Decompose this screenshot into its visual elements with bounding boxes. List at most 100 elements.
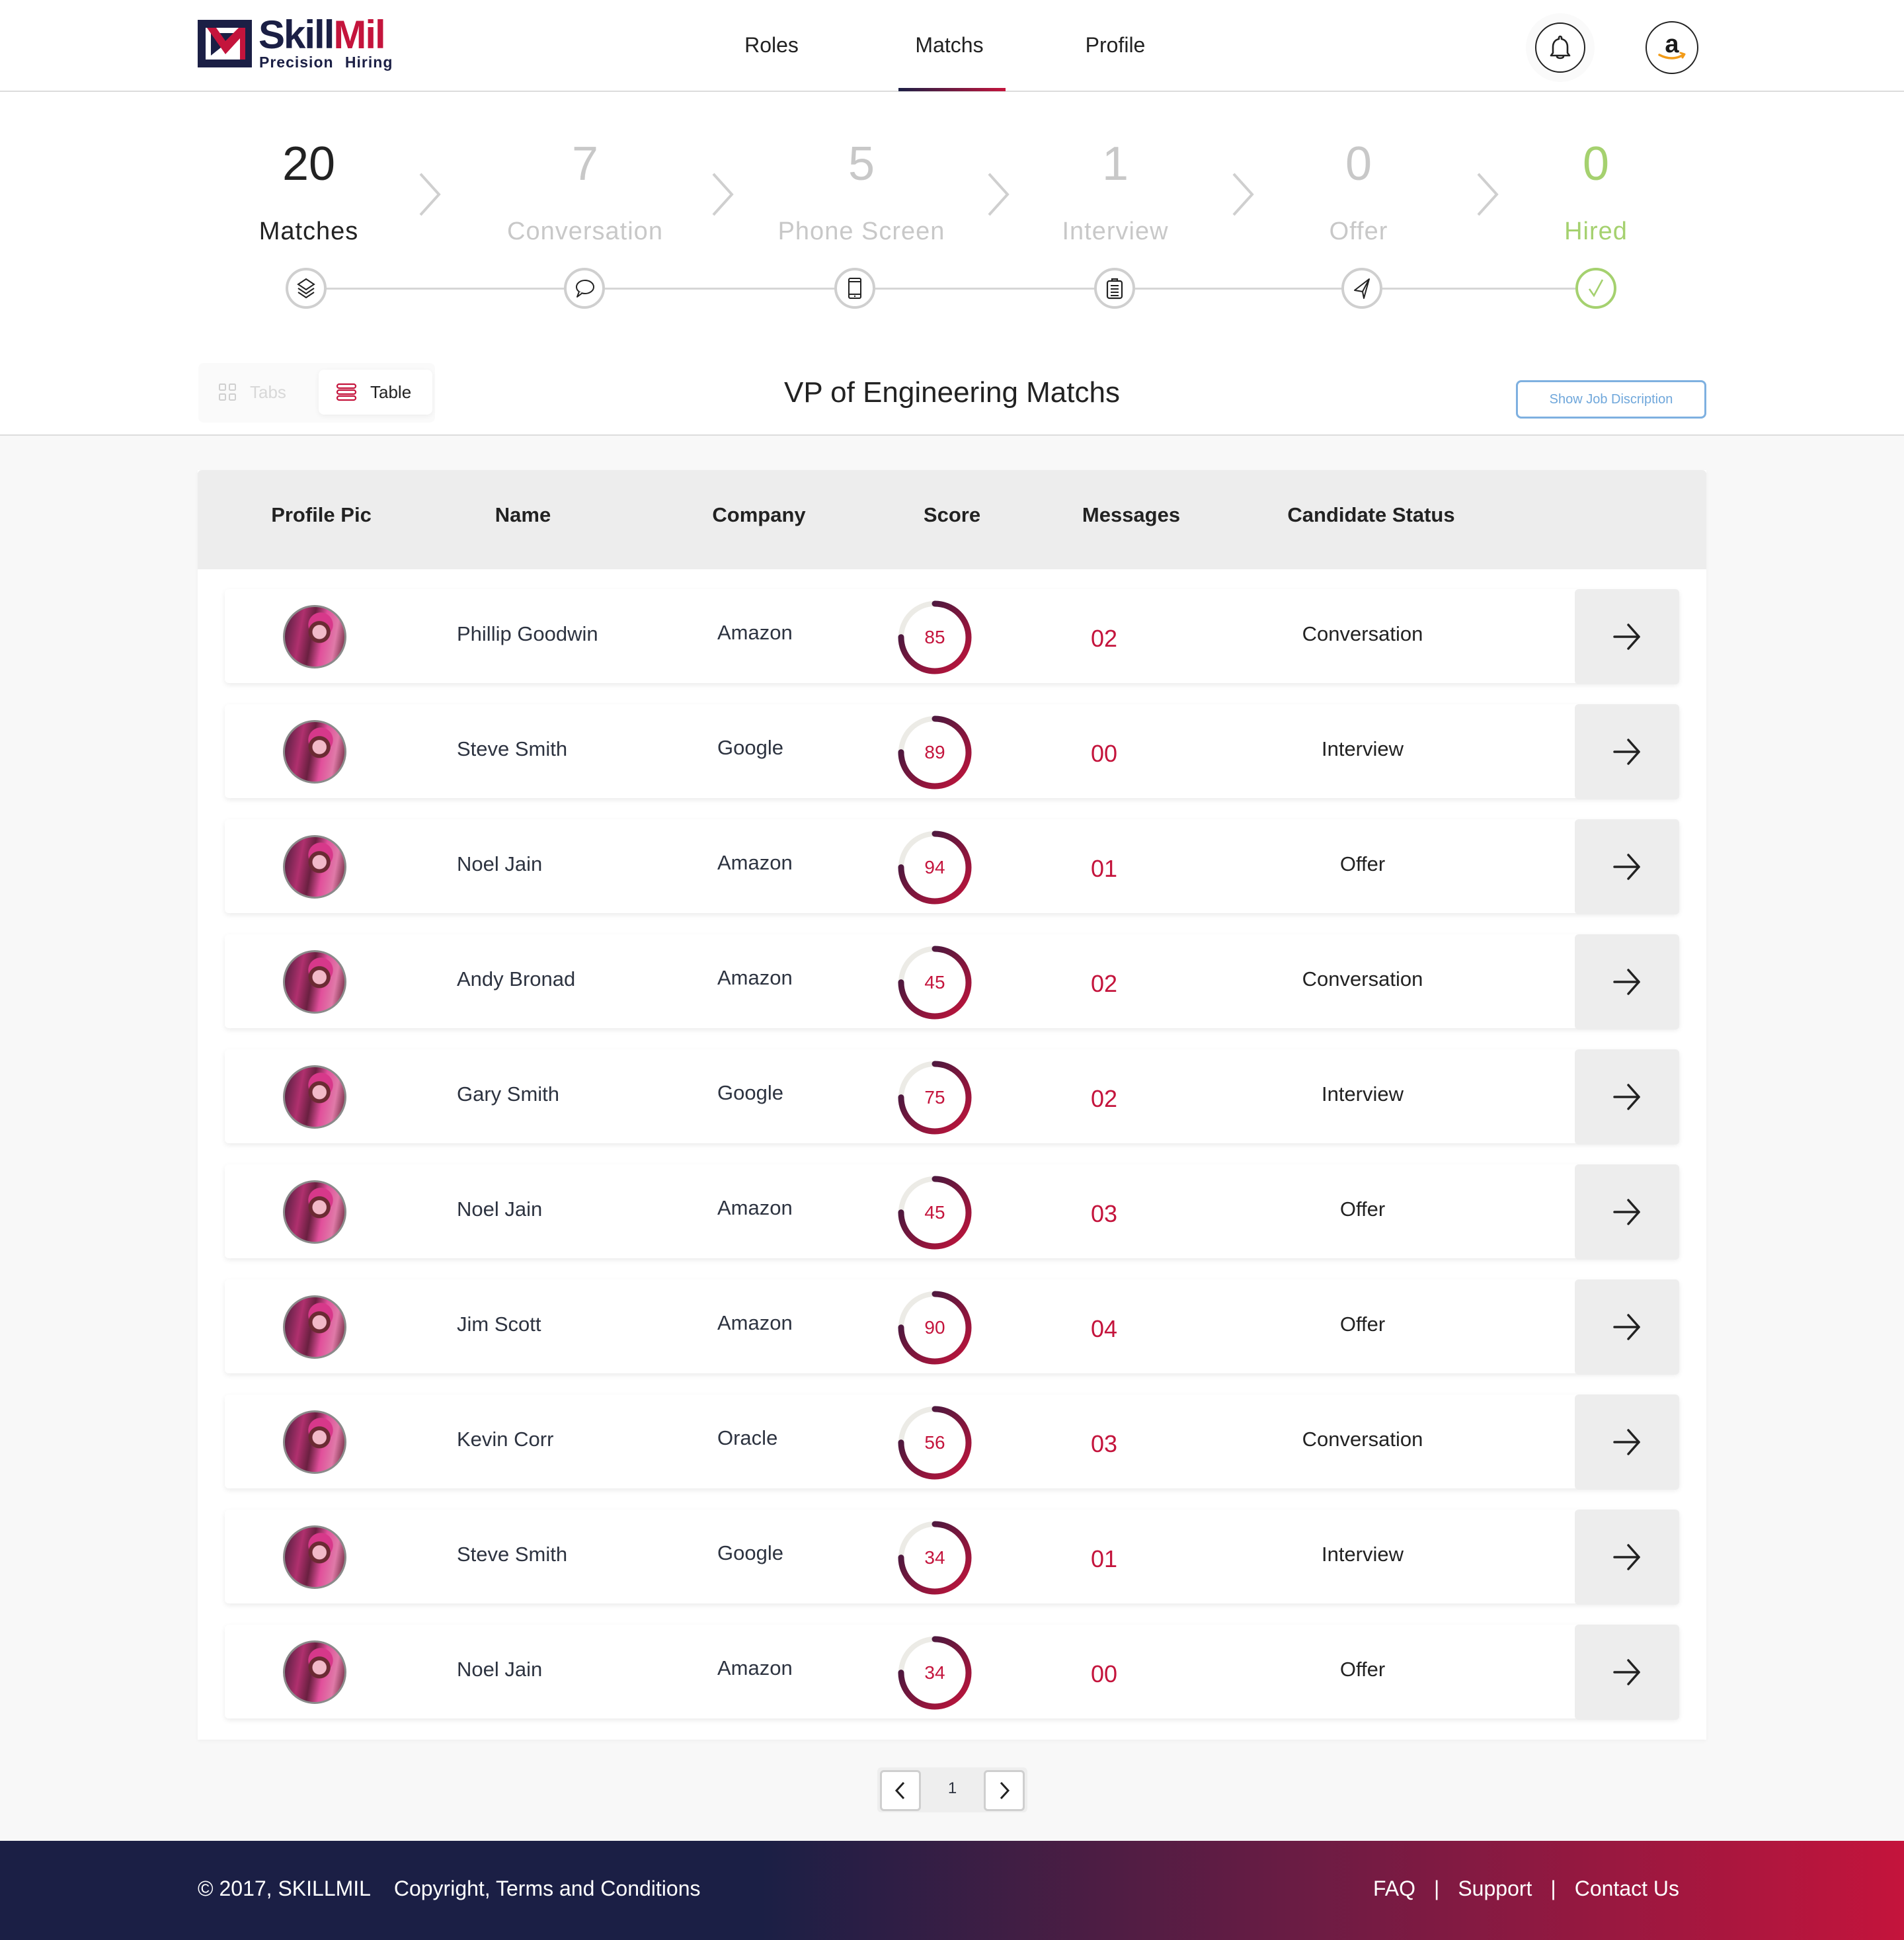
nav-matchs[interactable]: Matchs xyxy=(915,33,983,58)
candidate-name[interactable]: Noel Jain xyxy=(457,852,542,876)
stage-icon-matches[interactable] xyxy=(286,268,327,309)
stage-icon-interview[interactable] xyxy=(1094,268,1135,309)
open-candidate-button[interactable] xyxy=(1575,934,1679,1030)
message-count[interactable]: 03 xyxy=(1091,1430,1117,1458)
table-row[interactable]: Kevin Corr Oracle 56 03 Conversation xyxy=(225,1394,1679,1490)
support-link[interactable]: Support xyxy=(1458,1877,1532,1901)
candidate-name[interactable]: Steve Smith xyxy=(457,1543,567,1566)
profile-pic[interactable] xyxy=(283,1180,346,1244)
candidate-name[interactable]: Kevin Corr xyxy=(457,1428,553,1451)
column-header-messages[interactable]: Messages xyxy=(1082,503,1180,527)
candidate-name[interactable]: Phillip Goodwin xyxy=(457,622,598,646)
score-ring: 34 xyxy=(896,1519,974,1597)
list-icon xyxy=(336,383,357,401)
table-row[interactable]: Noel Jain Amazon 94 01 Offer xyxy=(225,819,1679,914)
table-row[interactable]: Steve Smith Google 89 00 Interview xyxy=(225,704,1679,799)
view-tab-table[interactable]: Table xyxy=(319,370,432,415)
stage-icon-offer[interactable] xyxy=(1341,268,1382,309)
stage-label: Conversation xyxy=(507,218,663,245)
table-row[interactable]: Steve Smith Google 34 01 Interview xyxy=(225,1510,1679,1605)
candidate-name[interactable]: Andy Bronad xyxy=(457,967,575,991)
terms-link[interactable]: Copyright, Terms and Conditions xyxy=(394,1877,701,1900)
column-header-candidate-status[interactable]: Candidate Status xyxy=(1287,503,1454,527)
stage-icon-phone-screen[interactable] xyxy=(834,268,875,309)
open-candidate-button[interactable] xyxy=(1575,1279,1679,1375)
candidate-company: Oracle xyxy=(717,1426,778,1449)
open-candidate-button[interactable] xyxy=(1575,1510,1679,1605)
logo-mark-icon xyxy=(198,20,252,67)
column-header-score[interactable]: Score xyxy=(924,503,980,527)
profile-pic[interactable] xyxy=(283,720,346,784)
amazon-logo-icon: a xyxy=(1658,30,1686,60)
profile-pic[interactable] xyxy=(283,950,346,1014)
profile-pic[interactable] xyxy=(283,605,346,668)
profile-pic[interactable] xyxy=(283,1410,346,1474)
nav-profile[interactable]: Profile xyxy=(1086,33,1146,58)
previous-page-button[interactable] xyxy=(880,1770,921,1811)
table-row[interactable]: Noel Jain Amazon 34 00 Offer xyxy=(225,1625,1679,1720)
score-ring: 45 xyxy=(896,944,974,1022)
score-ring: 94 xyxy=(896,829,974,907)
candidate-name[interactable]: Noel Jain xyxy=(457,1658,542,1681)
stage-icon-conversation[interactable] xyxy=(564,268,605,309)
profile-pic[interactable] xyxy=(283,1640,346,1704)
profile-pic[interactable] xyxy=(283,1065,346,1129)
nav-roles[interactable]: Roles xyxy=(744,33,799,58)
table-row[interactable]: Gary Smith Google 75 02 Interview xyxy=(225,1049,1679,1145)
notifications-button[interactable] xyxy=(1535,22,1585,73)
message-count[interactable]: 02 xyxy=(1091,1085,1117,1113)
table-row[interactable]: Noel Jain Amazon 45 03 Offer xyxy=(225,1164,1679,1260)
message-count[interactable]: 01 xyxy=(1091,1545,1117,1573)
matches-toolbar: Tabs Table VP of Engineering Matchs Show… xyxy=(0,343,1904,436)
footer-links: FAQ | Support | Contact Us xyxy=(1373,1877,1679,1901)
column-header-company[interactable]: Company xyxy=(712,503,805,527)
stage-icon-hired[interactable] xyxy=(1575,268,1616,309)
column-header-profile-pic[interactable]: Profile Pic xyxy=(271,503,372,527)
open-candidate-button[interactable] xyxy=(1575,589,1679,684)
arrow-right-icon xyxy=(1613,1544,1640,1570)
candidate-name[interactable]: Noel Jain xyxy=(457,1197,542,1221)
candidate-name[interactable]: Jim Scott xyxy=(457,1313,541,1336)
main-content: Profile Pic Name Company Score Messages … xyxy=(0,436,1904,1841)
message-count[interactable]: 04 xyxy=(1091,1315,1117,1343)
candidate-name[interactable]: Gary Smith xyxy=(457,1082,559,1106)
open-candidate-button[interactable] xyxy=(1575,1394,1679,1490)
table-row[interactable]: Jim Scott Amazon 90 04 Offer xyxy=(225,1279,1679,1375)
message-count[interactable]: 03 xyxy=(1091,1200,1117,1228)
footer-separator: | xyxy=(1550,1877,1556,1900)
table-row[interactable]: Phillip Goodwin Amazon 85 02 Conversation xyxy=(225,589,1679,684)
show-job-description-button[interactable]: Show Job Discription xyxy=(1516,380,1706,419)
candidate-status: Offer xyxy=(1339,1658,1386,1681)
footer: © 2017, SKILLMIL Copyright, Terms and Co… xyxy=(0,1841,1904,1940)
message-count[interactable]: 02 xyxy=(1091,625,1117,653)
chat-bubble-icon xyxy=(576,280,594,298)
open-candidate-button[interactable] xyxy=(1575,1164,1679,1260)
footer-legal: © 2017, SKILLMIL Copyright, Terms and Co… xyxy=(198,1877,717,1901)
open-candidate-button[interactable] xyxy=(1575,819,1679,914)
open-candidate-button[interactable] xyxy=(1575,704,1679,799)
open-candidate-button[interactable] xyxy=(1575,1625,1679,1720)
score-ring: 90 xyxy=(896,1289,974,1367)
candidate-status: Offer xyxy=(1339,1313,1386,1336)
profile-pic[interactable] xyxy=(283,1525,346,1589)
message-count[interactable]: 00 xyxy=(1091,740,1117,768)
profile-pic[interactable] xyxy=(283,1295,346,1359)
account-avatar-button[interactable]: a xyxy=(1646,21,1698,74)
skillmil-logo[interactable]: SkillMil Precision Hiring xyxy=(198,13,396,73)
view-tab-tabs[interactable]: Tabs xyxy=(218,370,286,415)
score-ring: 45 xyxy=(896,1174,974,1252)
table-row[interactable]: Andy Bronad Amazon 45 02 Conversation xyxy=(225,934,1679,1030)
chevron-right-icon xyxy=(988,173,1010,216)
message-count[interactable]: 00 xyxy=(1091,1660,1117,1688)
next-page-button[interactable] xyxy=(984,1770,1025,1811)
message-count[interactable]: 02 xyxy=(1091,970,1117,998)
profile-pic[interactable] xyxy=(283,835,346,899)
open-candidate-button[interactable] xyxy=(1575,1049,1679,1145)
contact-us-link[interactable]: Contact Us xyxy=(1575,1877,1679,1901)
hiring-pipeline: 20 Matches 7 Conversation 5 Phone Screen… xyxy=(0,92,1904,343)
faq-link[interactable]: FAQ xyxy=(1373,1877,1415,1901)
candidate-name[interactable]: Steve Smith xyxy=(457,737,567,761)
column-header-name[interactable]: Name xyxy=(495,503,551,527)
message-count[interactable]: 01 xyxy=(1091,855,1117,883)
arrow-right-icon xyxy=(1613,1659,1640,1685)
